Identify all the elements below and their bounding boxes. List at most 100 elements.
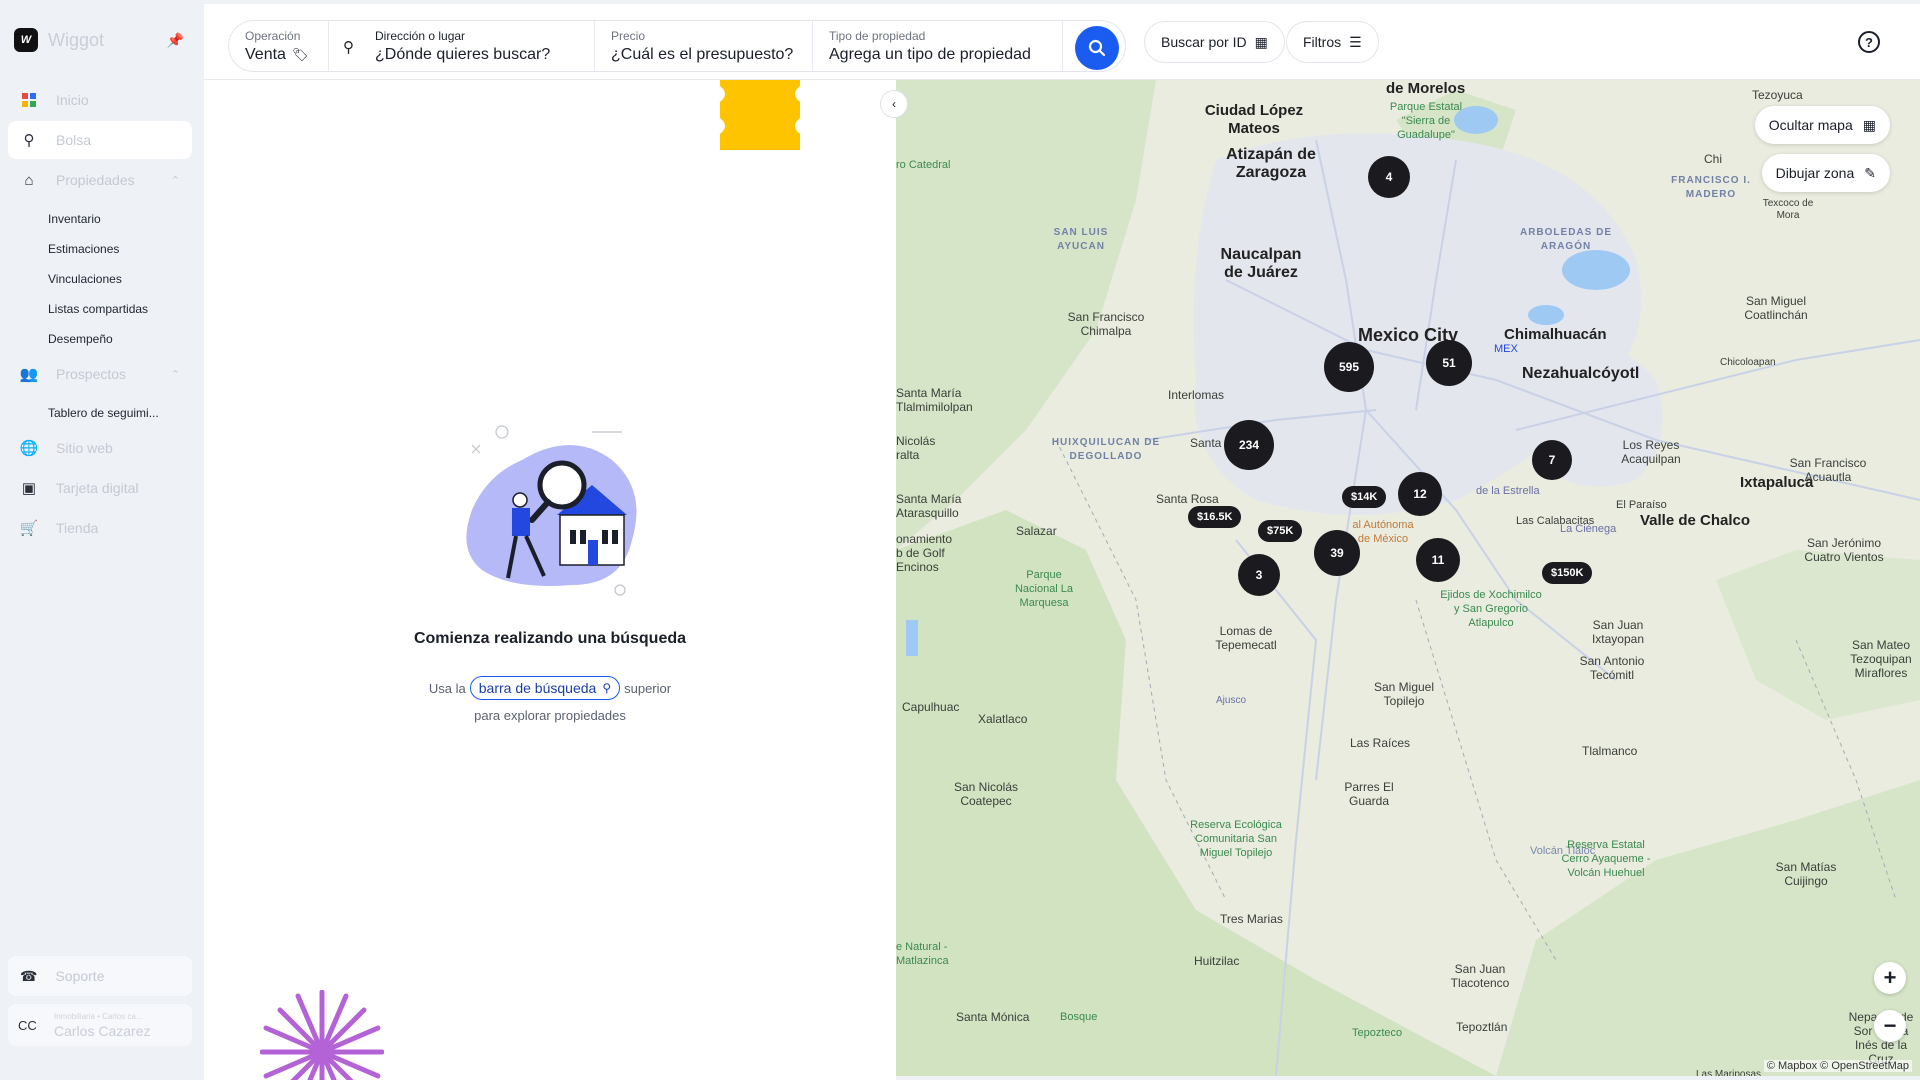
map-label: San Antonio Tecómitl	[1579, 654, 1645, 682]
zoom-in-button[interactable]: +	[1874, 962, 1906, 994]
sidebar-item-tarjeta[interactable]: ▣ Tarjeta digital	[8, 469, 192, 507]
map-attribution[interactable]: © Mapbox © OpenStreetMap	[1763, 1060, 1912, 1072]
map[interactable]: de Morelos Ciudad López Mateos Atizapán …	[896, 80, 1920, 1076]
map-label: SAN LUIS AYUCAN	[1053, 227, 1109, 252]
map-icon: ▦	[1862, 116, 1876, 133]
map-label: Nicolás ralta	[896, 434, 936, 462]
property-type-input[interactable]: Agrega un tipo de propiedad	[829, 46, 1062, 64]
help-icon[interactable]: ?	[1858, 31, 1880, 53]
map-label: Tezoyuca	[1752, 88, 1803, 102]
operation-select[interactable]: Operación Venta 🏷	[229, 21, 329, 71]
map-label: Lomas de Tepemecatl	[1215, 624, 1277, 652]
map-label: Interlomas	[1168, 388, 1225, 402]
address-field[interactable]: ⚲ Dirección o lugar ¿Dónde quieres busca…	[329, 21, 595, 71]
search-by-id-label: Buscar por ID	[1161, 34, 1247, 50]
price-pin[interactable]: $14K	[1342, 486, 1387, 508]
map-label: San Mateo Tezoquipan Miraflores	[1850, 638, 1912, 680]
map-label: MEX	[1494, 343, 1518, 355]
search-bar-link[interactable]: barra de búsqueda ⚲	[469, 676, 621, 700]
sidebar-item-tienda[interactable]: 🛒 Tienda	[8, 509, 192, 547]
map-label: Las Raíces	[1350, 736, 1411, 750]
sidebar-item-label: Inicio	[56, 92, 89, 108]
map-label: San Juan Tlacotenco	[1450, 962, 1510, 990]
logo-icon[interactable]: W	[14, 28, 38, 52]
map-label: al Autónoma de México	[1352, 519, 1414, 545]
park-label: Reserva Estatal Cerro Ayaqueme - Volcán …	[1561, 839, 1651, 879]
map-cluster[interactable]: 51	[1426, 340, 1472, 386]
map-label: onamiento b de Golf Encinos	[896, 532, 953, 574]
sidebar-item-label: Tarjeta digital	[56, 480, 139, 496]
sidebar-subitem-vinculaciones[interactable]: Vinculaciones	[48, 272, 122, 286]
map-label: San Francisco Chimalpa	[1067, 310, 1145, 338]
globe-icon: 🌐	[19, 440, 39, 457]
price-pin[interactable]: $16.5K	[1188, 506, 1242, 528]
map-cluster[interactable]: 7	[1532, 440, 1572, 480]
map-cluster[interactable]: 12	[1398, 472, 1442, 516]
sidebar-item-prospectos[interactable]: 👥 Prospectos ⌃	[8, 355, 192, 393]
search-button[interactable]	[1075, 26, 1119, 70]
sidebar-subitem-tablero[interactable]: Tablero de seguimi...	[48, 406, 159, 420]
map-label: Santa María Tlalmimilolpan	[896, 386, 973, 414]
card-icon: ▣	[21, 480, 37, 497]
chevron-up-icon[interactable]: ⌃	[171, 174, 180, 187]
hide-map-label: Ocultar mapa	[1768, 117, 1853, 133]
sidebar-item-inicio[interactable]: Inicio	[8, 81, 192, 119]
sidebar-item-propiedades[interactable]: ⌂ Propiedades ⌃	[8, 161, 192, 199]
support-button[interactable]: ☎ Soporte	[8, 956, 192, 996]
sidebar-subitem-listas[interactable]: Listas compartidas	[48, 302, 148, 316]
search-by-id-button[interactable]: Buscar por ID ▦	[1144, 21, 1285, 63]
filters-button[interactable]: Filtros ☰	[1286, 21, 1379, 63]
map-label: San Juan Ixtayopan	[1591, 618, 1645, 646]
price-input[interactable]: ¿Cuál es el presupuesto?	[611, 46, 812, 64]
map-cluster[interactable]: 4	[1368, 156, 1410, 198]
qr-icon: ▦	[1254, 33, 1268, 50]
sidebar-item-label: Propiedades	[56, 172, 135, 188]
sidebar-item-bolsa[interactable]: ⚲ Bolsa	[8, 121, 192, 159]
map-label: Chi	[1704, 152, 1723, 166]
chevron-up-icon[interactable]: ⌃	[171, 368, 180, 381]
home-icon: ⌂	[24, 171, 34, 189]
map-label: Los Reyes Acaquilpan	[1621, 438, 1681, 466]
hide-map-button[interactable]: Ocultar mapa ▦	[1754, 106, 1890, 144]
park-label: e Natural - Matlazinca	[896, 941, 949, 967]
search-bar: Operación Venta 🏷 ⚲ Dirección o lugar ¿Dó…	[228, 20, 1126, 72]
tag-icon: 🏷	[291, 46, 309, 62]
map-cluster[interactable]: 3	[1238, 554, 1280, 596]
sidebar-subitem-inventario[interactable]: Inventario	[48, 212, 101, 226]
price-pin[interactable]: $75K	[1258, 520, 1303, 542]
map-label: Tepoztlán	[1456, 1020, 1508, 1034]
results-panel: Comienza realizando una búsqueda Usa la …	[204, 80, 896, 1080]
sidebar-subitem-desempeno[interactable]: Desempeño	[48, 332, 113, 346]
filters-label: Filtros	[1303, 34, 1342, 50]
property-type-field[interactable]: Tipo de propiedad Agrega un tipo de prop…	[813, 21, 1063, 71]
price-field[interactable]: Precio ¿Cuál es el presupuesto?	[595, 21, 813, 71]
draw-zone-button[interactable]: Dibujar zona ✎	[1761, 154, 1890, 192]
park-label: Bosque	[1060, 1011, 1098, 1023]
sliders-icon: ☰	[1349, 33, 1362, 50]
price-pin[interactable]: $150K	[1542, 562, 1593, 584]
map-label: Naucalpan de Juárez	[1220, 246, 1302, 281]
map-label: San Jerónimo Cuatro Vientos	[1804, 536, 1884, 564]
sidebar-item-label: Tienda	[56, 520, 99, 536]
map-cluster[interactable]: 595	[1324, 342, 1374, 392]
map-label: El Paraíso	[1616, 499, 1667, 511]
price-label: Precio	[611, 28, 646, 43]
map-label: Santa Mónica	[956, 1010, 1030, 1024]
map-cluster[interactable]: 11	[1416, 538, 1460, 582]
user-menu[interactable]: CC Inmobiliaria • Carlos ca... Carlos Ca…	[8, 1004, 192, 1046]
plus-icon: +	[1883, 965, 1897, 990]
address-input[interactable]: ¿Dónde quieres buscar?	[375, 46, 594, 64]
map-label: Nezahualcóyotl	[1522, 365, 1640, 382]
chevron-left-icon: ‹	[892, 97, 896, 111]
search-icon: ⚲	[602, 681, 612, 695]
map-cluster[interactable]: 234	[1224, 420, 1274, 470]
map-label: Tres Marias	[1220, 912, 1283, 926]
map-label: Salazar	[1016, 524, 1057, 538]
address-label: Dirección o lugar	[375, 28, 466, 43]
sidebar-subitem-estimaciones[interactable]: Estimaciones	[48, 242, 119, 256]
sidebar-item-sitio-web[interactable]: 🌐 Sitio web	[8, 429, 192, 467]
map-cluster[interactable]: 39	[1314, 530, 1360, 576]
collapse-panel-button[interactable]: ‹	[880, 90, 908, 118]
pin-icon[interactable]: 📌	[167, 32, 184, 49]
zoom-out-button[interactable]: −	[1874, 1010, 1906, 1042]
